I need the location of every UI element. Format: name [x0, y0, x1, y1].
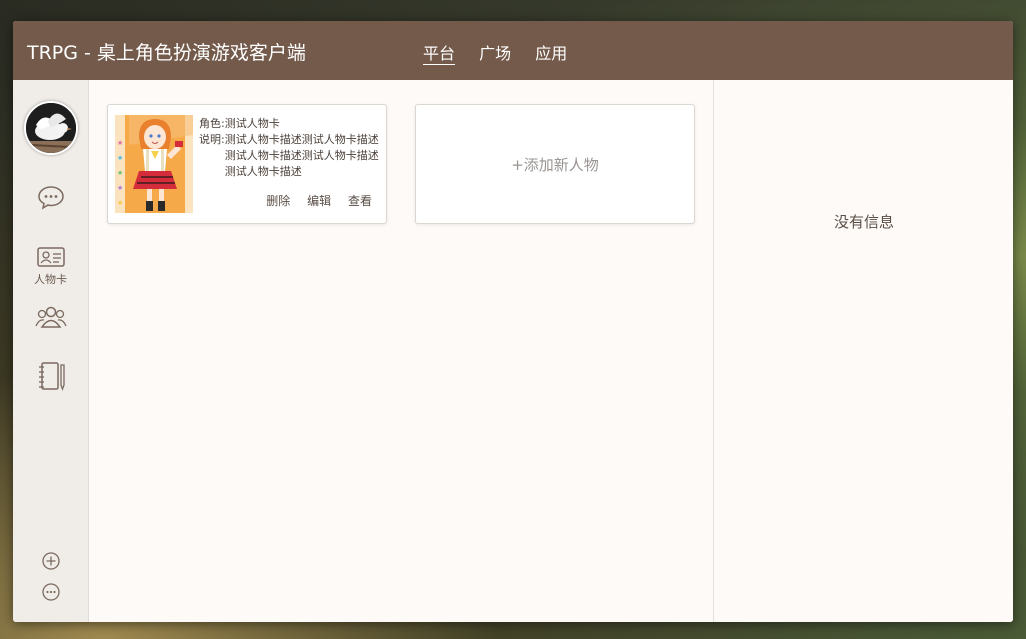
svg-text:★: ★: [117, 169, 123, 177]
sidebar-item-notes[interactable]: [13, 361, 88, 391]
more-circle-icon: [41, 583, 60, 601]
sidebar-item-chat[interactable]: [13, 184, 88, 210]
description-value: 测试人物卡描述测试人物卡描述测试人物卡描述测试人物卡描述测试人物卡描述: [224, 133, 379, 178]
add-character-label: +添加新人物: [511, 155, 599, 174]
character-portrait: ★ ★ ★ ★ ★: [115, 115, 193, 213]
delete-button[interactable]: 删除: [266, 194, 290, 208]
view-button[interactable]: 查看: [348, 194, 372, 208]
id-card-icon: [36, 247, 65, 267]
character-card: ★ ★ ★ ★ ★ 角色: 测试人物卡 说明: 测试人物卡描述测试人物卡描述测试…: [107, 104, 387, 224]
role-row: 角色: 测试人物卡: [199, 116, 379, 132]
nav-item-apps[interactable]: 应用: [535, 40, 567, 64]
info-panel: 没有信息: [713, 80, 1013, 622]
avatar[interactable]: [24, 101, 78, 155]
sidebar-item-character-cards[interactable]: 人物卡: [13, 246, 88, 287]
card-actions: 删除 编辑 查看: [253, 192, 372, 209]
character-info: 角色: 测试人物卡 说明: 测试人物卡描述测试人物卡描述测试人物卡描述测试人物卡…: [199, 116, 379, 180]
nav-item-square[interactable]: 广场: [479, 40, 511, 64]
app-window: TRPG - 桌上角色扮演游戏客户端 平台 广场 应用 人物卡 ★ ★ ★ ★ …: [13, 21, 1013, 622]
role-key: 角色:: [199, 117, 225, 130]
anime-character-image: ★ ★ ★ ★ ★: [115, 115, 193, 213]
svg-text:★: ★: [117, 154, 123, 162]
empty-message: 没有信息: [833, 213, 894, 231]
description-key: 说明:: [199, 133, 225, 146]
dove-avatar-image: [26, 103, 76, 153]
edit-button[interactable]: 编辑: [307, 194, 331, 208]
role-value: 测试人物卡: [224, 117, 280, 130]
sidebar: 人物卡: [13, 80, 89, 622]
svg-text:★: ★: [117, 199, 123, 207]
sidebar-item-groups[interactable]: [13, 304, 88, 330]
sidebar-add-button[interactable]: [13, 551, 88, 571]
svg-text:★: ★: [117, 139, 123, 147]
plus-circle-icon: [41, 552, 60, 570]
sidebar-more-button[interactable]: [13, 582, 88, 602]
header-bar: TRPG - 桌上角色扮演游戏客户端 平台 广场 应用: [13, 21, 1013, 80]
sidebar-item-label: 人物卡: [34, 273, 67, 286]
nav-item-platform[interactable]: 平台: [423, 40, 455, 64]
app-title: TRPG - 桌上角色扮演游戏客户端: [27, 42, 306, 64]
svg-text:★: ★: [117, 184, 123, 192]
add-character-card-button[interactable]: +添加新人物: [415, 104, 695, 224]
notebook-icon: [38, 362, 65, 391]
group-icon: [34, 306, 67, 328]
character-card-list: ★ ★ ★ ★ ★ 角色: 测试人物卡 说明: 测试人物卡描述测试人物卡描述测试…: [89, 80, 713, 622]
description-row: 说明: 测试人物卡描述测试人物卡描述测试人物卡描述测试人物卡描述测试人物卡描述: [199, 132, 379, 180]
chat-bubble-icon: [37, 186, 64, 210]
top-nav: 平台 广场 应用: [423, 40, 586, 64]
